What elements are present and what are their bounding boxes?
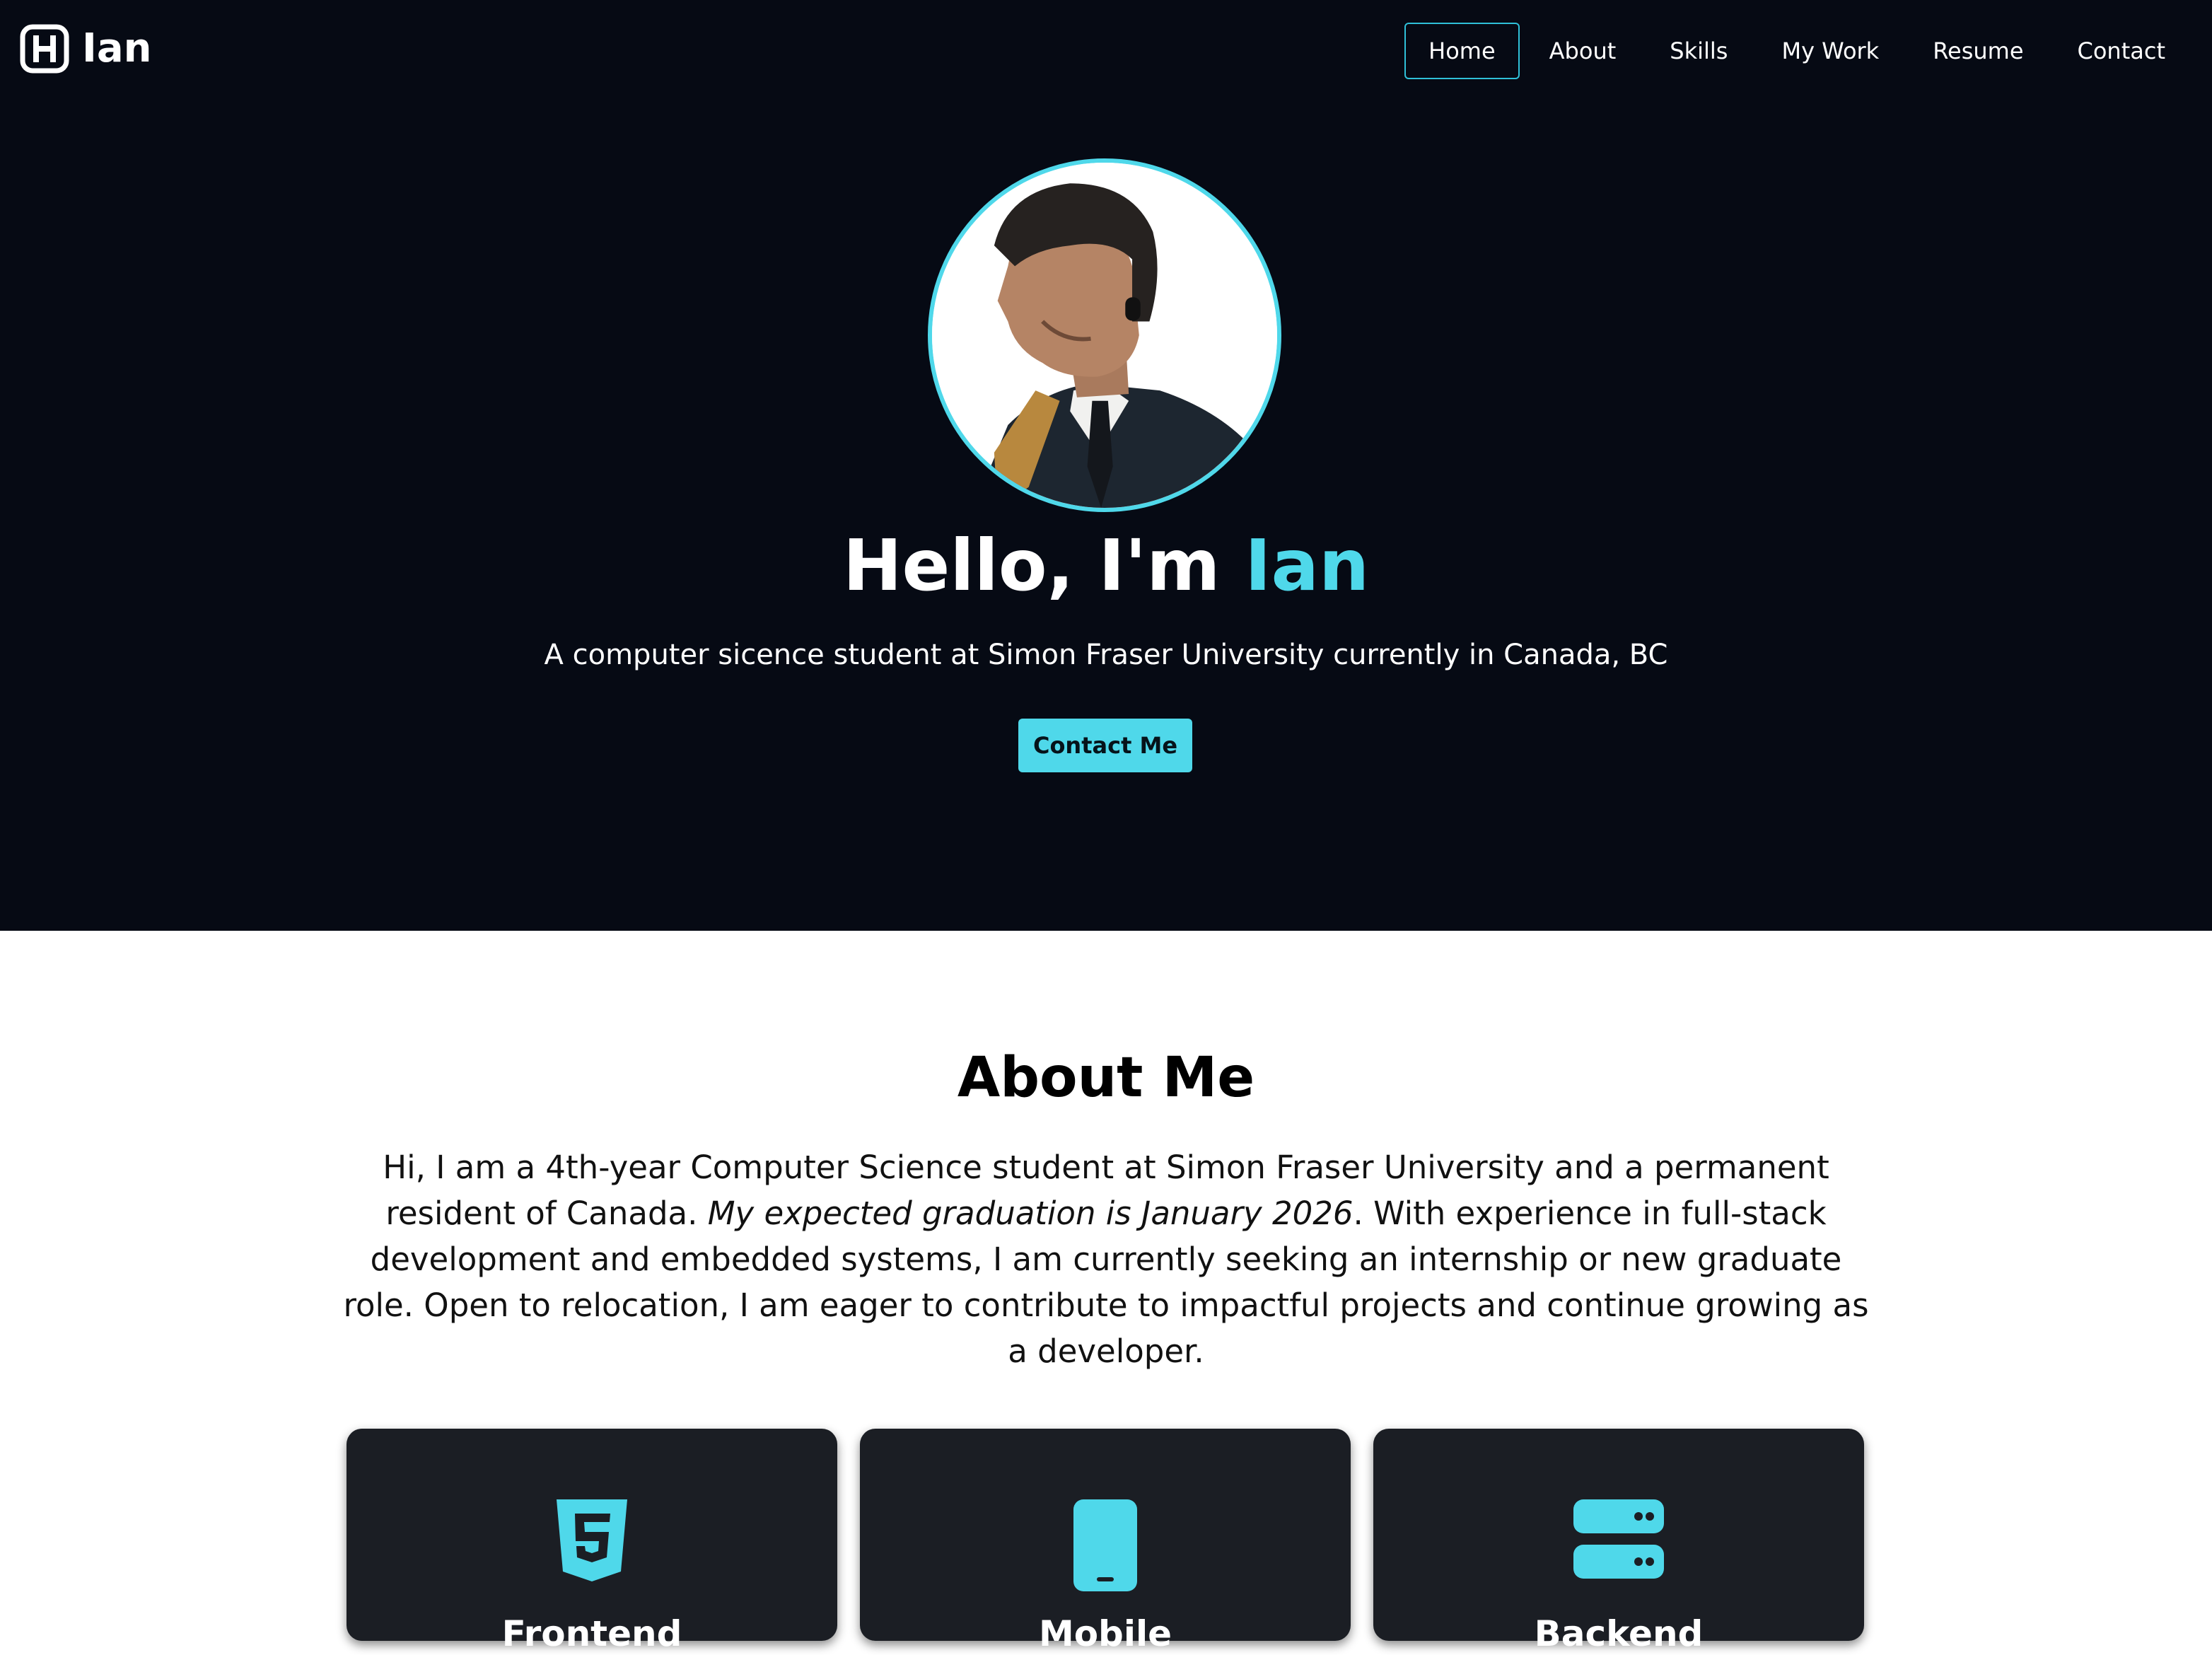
skill-card-frontend[interactable]: Frontend bbox=[347, 1429, 837, 1654]
brand-name: Ian bbox=[82, 25, 152, 71]
about-title: About Me bbox=[957, 1046, 1255, 1110]
nav-item-contact[interactable]: Contact bbox=[2054, 23, 2190, 79]
html5-icon bbox=[557, 1499, 627, 1581]
hero-section: Ian Home About Skills My Work Resume Con… bbox=[0, 0, 2212, 931]
nav-item-resume[interactable]: Resume bbox=[1909, 23, 2047, 79]
skill-card-backend[interactable]: Backend bbox=[1373, 1429, 1864, 1654]
server-icon bbox=[1573, 1499, 1664, 1579]
about-text-graduation: My expected graduation is January 2026 bbox=[707, 1195, 1354, 1232]
nav-item-about[interactable]: About bbox=[1525, 23, 1641, 79]
letter-h-icon bbox=[20, 24, 69, 74]
skill-card-title: Frontend bbox=[501, 1613, 682, 1654]
main-nav: Home About Skills My Work Resume Contact bbox=[1399, 23, 2189, 79]
nav-item-home[interactable]: Home bbox=[1404, 23, 1520, 79]
mobile-phone-icon bbox=[1073, 1499, 1137, 1591]
greeting-prefix: Hello, I'm bbox=[842, 524, 1245, 607]
skill-card-title: Mobile bbox=[1038, 1613, 1172, 1654]
nav-item-skills[interactable]: Skills bbox=[1646, 23, 1752, 79]
nav-item-my-work[interactable]: My Work bbox=[1757, 23, 1903, 79]
hero-tagline: A computer sicence student at Simon Fras… bbox=[544, 639, 1668, 671]
hero-greeting: Hello, I'm Ian bbox=[0, 523, 2212, 608]
about-paragraph: Hi, I am a 4th-year Computer Science stu… bbox=[339, 1144, 1873, 1374]
greeting-name: Ian bbox=[1245, 524, 1370, 607]
skill-card-title: Backend bbox=[1534, 1613, 1704, 1654]
contact-me-button[interactable]: Contact Me bbox=[1018, 719, 1192, 772]
skill-card-mobile[interactable]: Mobile bbox=[860, 1429, 1351, 1654]
brand-logo[interactable]: Ian bbox=[20, 24, 152, 74]
profile-portrait-illustration bbox=[932, 163, 1277, 508]
profile-photo bbox=[928, 158, 1281, 512]
